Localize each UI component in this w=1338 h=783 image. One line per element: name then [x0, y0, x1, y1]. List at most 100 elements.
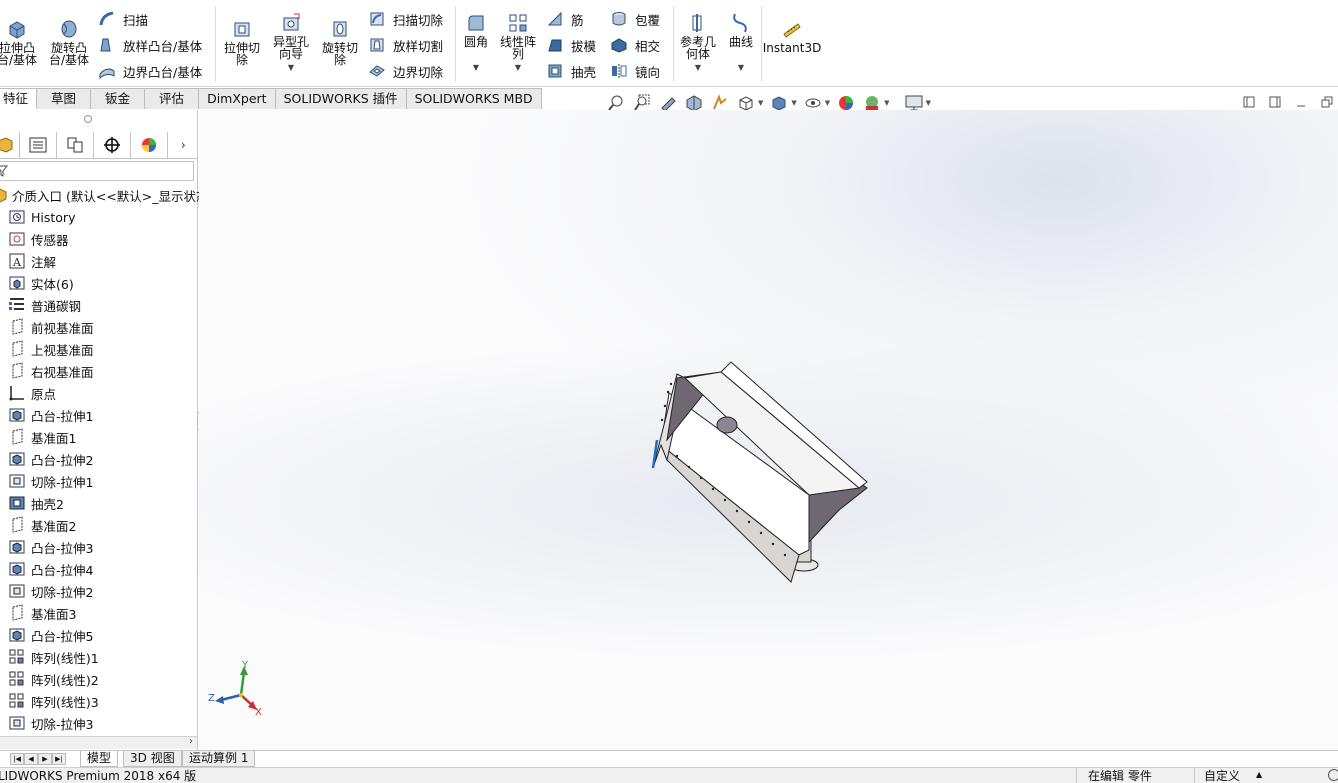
- extrude-boss-button[interactable]: 拉伸凸 台/基体: [0, 18, 40, 66]
- instant3d-button[interactable]: Instant3D: [763, 18, 821, 54]
- shell-button[interactable]: 抽壳: [546, 60, 596, 82]
- sensor-icon: [9, 232, 25, 246]
- tab-solidworks-addins[interactable]: SOLIDWORKS 插件: [274, 88, 407, 109]
- configuration-manager-tab-icon[interactable]: [57, 132, 95, 158]
- view-settings-dropdown-icon[interactable]: ▼: [926, 99, 931, 107]
- apply-scene-dropdown-icon[interactable]: ▼: [884, 99, 889, 107]
- tree-horizontal-scrollbar[interactable]: ›: [0, 736, 197, 749]
- tab-sketch[interactable]: 草图: [36, 88, 92, 109]
- hole-wizard-dropdown-icon[interactable]: ▼: [288, 64, 294, 72]
- rib-button[interactable]: 筋: [546, 8, 584, 30]
- tree-item[interactable]: 原点: [0, 382, 56, 404]
- curves-dropdown-icon[interactable]: ▼: [738, 64, 744, 72]
- wrap-button[interactable]: 包覆: [610, 8, 660, 30]
- panel-grip-icon[interactable]: [84, 115, 92, 123]
- tab-dimxpert[interactable]: DimXpert: [198, 88, 276, 109]
- tree-item[interactable]: 凸台-拉伸2: [0, 448, 93, 470]
- tree-item-label: 原点: [31, 386, 57, 402]
- tab-solidworks-mbd[interactable]: SOLIDWORKS MBD: [405, 88, 542, 109]
- solidworks-window: 拉伸凸 台/基体 旋转凸 台/基体 扫描 放样凸台/基体 边界凸台/基体 拉伸切…: [0, 0, 1338, 783]
- first-tab-icon[interactable]: |◀: [10, 753, 24, 765]
- plane-icon: [12, 362, 23, 379]
- tree-item[interactable]: 右视基准面: [0, 360, 94, 382]
- extrude-cut-button[interactable]: 拉伸切 除: [220, 18, 264, 66]
- view-orientation-dropdown-icon[interactable]: ▼: [758, 99, 763, 107]
- tree-item[interactable]: 凸台-拉伸5: [0, 624, 93, 646]
- swept-cut-button[interactable]: 扫描切除: [368, 8, 443, 30]
- tree-item[interactable]: 阵列(线性)1: [0, 646, 99, 668]
- tab-motion-study[interactable]: 运动算例 1: [182, 751, 256, 767]
- reference-geometry-dropdown-icon[interactable]: ▼: [695, 64, 701, 72]
- status-units[interactable]: 自定义: [1204, 768, 1240, 783]
- curves-button[interactable]: 曲线 ▼: [722, 12, 760, 72]
- tree-item[interactable]: 阵列(线性)2: [0, 668, 99, 690]
- tree-item[interactable]: 前视基准面: [0, 316, 94, 338]
- mirror-button[interactable]: 镜向: [610, 60, 660, 82]
- linear-pattern-button[interactable]: 线性阵 列 ▼: [496, 12, 540, 72]
- help-icon[interactable]: [1328, 769, 1338, 781]
- graphics-area[interactable]: Y X Z: [199, 110, 1338, 750]
- last-tab-icon[interactable]: ▶|: [52, 753, 66, 765]
- tree-item[interactable]: 阵列(线性)3: [0, 690, 99, 712]
- loft-boss-button[interactable]: 放样凸台/基体: [98, 34, 202, 56]
- tree-item[interactable]: 基准面3: [0, 602, 76, 624]
- prev-tab-icon[interactable]: ◀: [24, 753, 38, 765]
- tree-item[interactable]: 实体(6): [0, 272, 74, 294]
- tree-item[interactable]: 传感器: [0, 228, 69, 250]
- tab-evaluate[interactable]: 评估: [144, 88, 200, 109]
- boundary-boss-button[interactable]: 边界凸台/基体: [98, 60, 202, 82]
- property-manager-tab-icon[interactable]: [20, 132, 58, 158]
- tree-item[interactable]: 普通碳钢: [0, 294, 81, 316]
- revolve-boss-button[interactable]: 旋转凸 台/基体: [46, 18, 92, 66]
- hide-show-dropdown-icon[interactable]: ▼: [825, 99, 830, 107]
- tree-item[interactable]: 基准面1: [0, 426, 76, 448]
- tree-item[interactable]: 抽壳2: [0, 492, 64, 514]
- panel-tabs-expand-icon[interactable]: ›: [168, 132, 198, 158]
- tile-left-icon[interactable]: [1236, 94, 1262, 110]
- reference-geometry-button[interactable]: 参考几 何体 ▼: [676, 12, 720, 72]
- tree-item[interactable]: 基准面2: [0, 514, 76, 536]
- tab-sheet-metal[interactable]: 钣金: [90, 88, 146, 109]
- tab-features[interactable]: 特征: [0, 88, 38, 109]
- feature-manager-tab-icon[interactable]: [0, 132, 21, 158]
- tree-item[interactable]: 凸台-拉伸1: [0, 404, 93, 426]
- reference-geometry-label: 参考几 何体: [679, 35, 716, 61]
- tree-item[interactable]: 切除-拉伸1: [0, 470, 93, 492]
- tree-item[interactable]: A 注解: [0, 250, 56, 272]
- restore-icon[interactable]: [1314, 94, 1338, 110]
- tree-item[interactable]: 凸台-拉伸3: [0, 536, 93, 558]
- hole-wizard-button[interactable]: 异型孔 向导 ▼: [268, 12, 314, 72]
- boundary-cut-button[interactable]: 边界切除: [368, 60, 443, 82]
- tree-item[interactable]: 切除-拉伸2: [0, 580, 93, 602]
- tree-item-label: 基准面1: [31, 430, 77, 446]
- fillet-button[interactable]: 圆角 ▼: [458, 12, 494, 72]
- tree-item[interactable]: 切除-拉伸3: [0, 712, 93, 734]
- plane-icon: [12, 318, 23, 335]
- revolve-cut-button[interactable]: 旋转切 除: [318, 18, 362, 66]
- tab-3d-view[interactable]: 3D 视图: [123, 751, 182, 767]
- minimize-icon[interactable]: [1288, 94, 1314, 110]
- tree-item[interactable]: 凸台-拉伸4: [0, 558, 93, 580]
- plane-icon: [12, 604, 23, 621]
- display-style-dropdown-icon[interactable]: ▼: [791, 99, 796, 107]
- fillet-dropdown-icon[interactable]: ▼: [473, 64, 479, 72]
- tab-model[interactable]: 模型: [80, 751, 119, 767]
- sweep-button[interactable]: 扫描: [98, 8, 148, 30]
- hole-wizard-icon: [283, 13, 300, 31]
- scroll-right-icon[interactable]: ›: [189, 736, 193, 747]
- draft-button[interactable]: 拔模: [546, 34, 596, 56]
- tree-item[interactable]: 上视基准面: [0, 338, 94, 360]
- tree-root-part[interactable]: 介质入口 (默认<<默认>_显示状态: [0, 184, 209, 206]
- tile-right-icon[interactable]: [1262, 94, 1288, 110]
- hopper-part-model[interactable]: [651, 361, 868, 583]
- intersect-button[interactable]: 相交: [610, 34, 660, 56]
- display-manager-tab-icon[interactable]: [131, 132, 169, 158]
- dimxpert-manager-tab-icon[interactable]: [94, 132, 132, 158]
- units-dropdown-icon[interactable]: ▲: [1256, 767, 1262, 783]
- tree-item[interactable]: History: [0, 206, 75, 228]
- lofted-cut-button[interactable]: 放样切割: [368, 34, 443, 56]
- next-tab-icon[interactable]: ▶: [38, 753, 52, 765]
- tree-filter-field[interactable]: [0, 161, 194, 181]
- extrude-boss-icon: [9, 21, 25, 39]
- linear-pattern-dropdown-icon[interactable]: ▼: [515, 64, 521, 72]
